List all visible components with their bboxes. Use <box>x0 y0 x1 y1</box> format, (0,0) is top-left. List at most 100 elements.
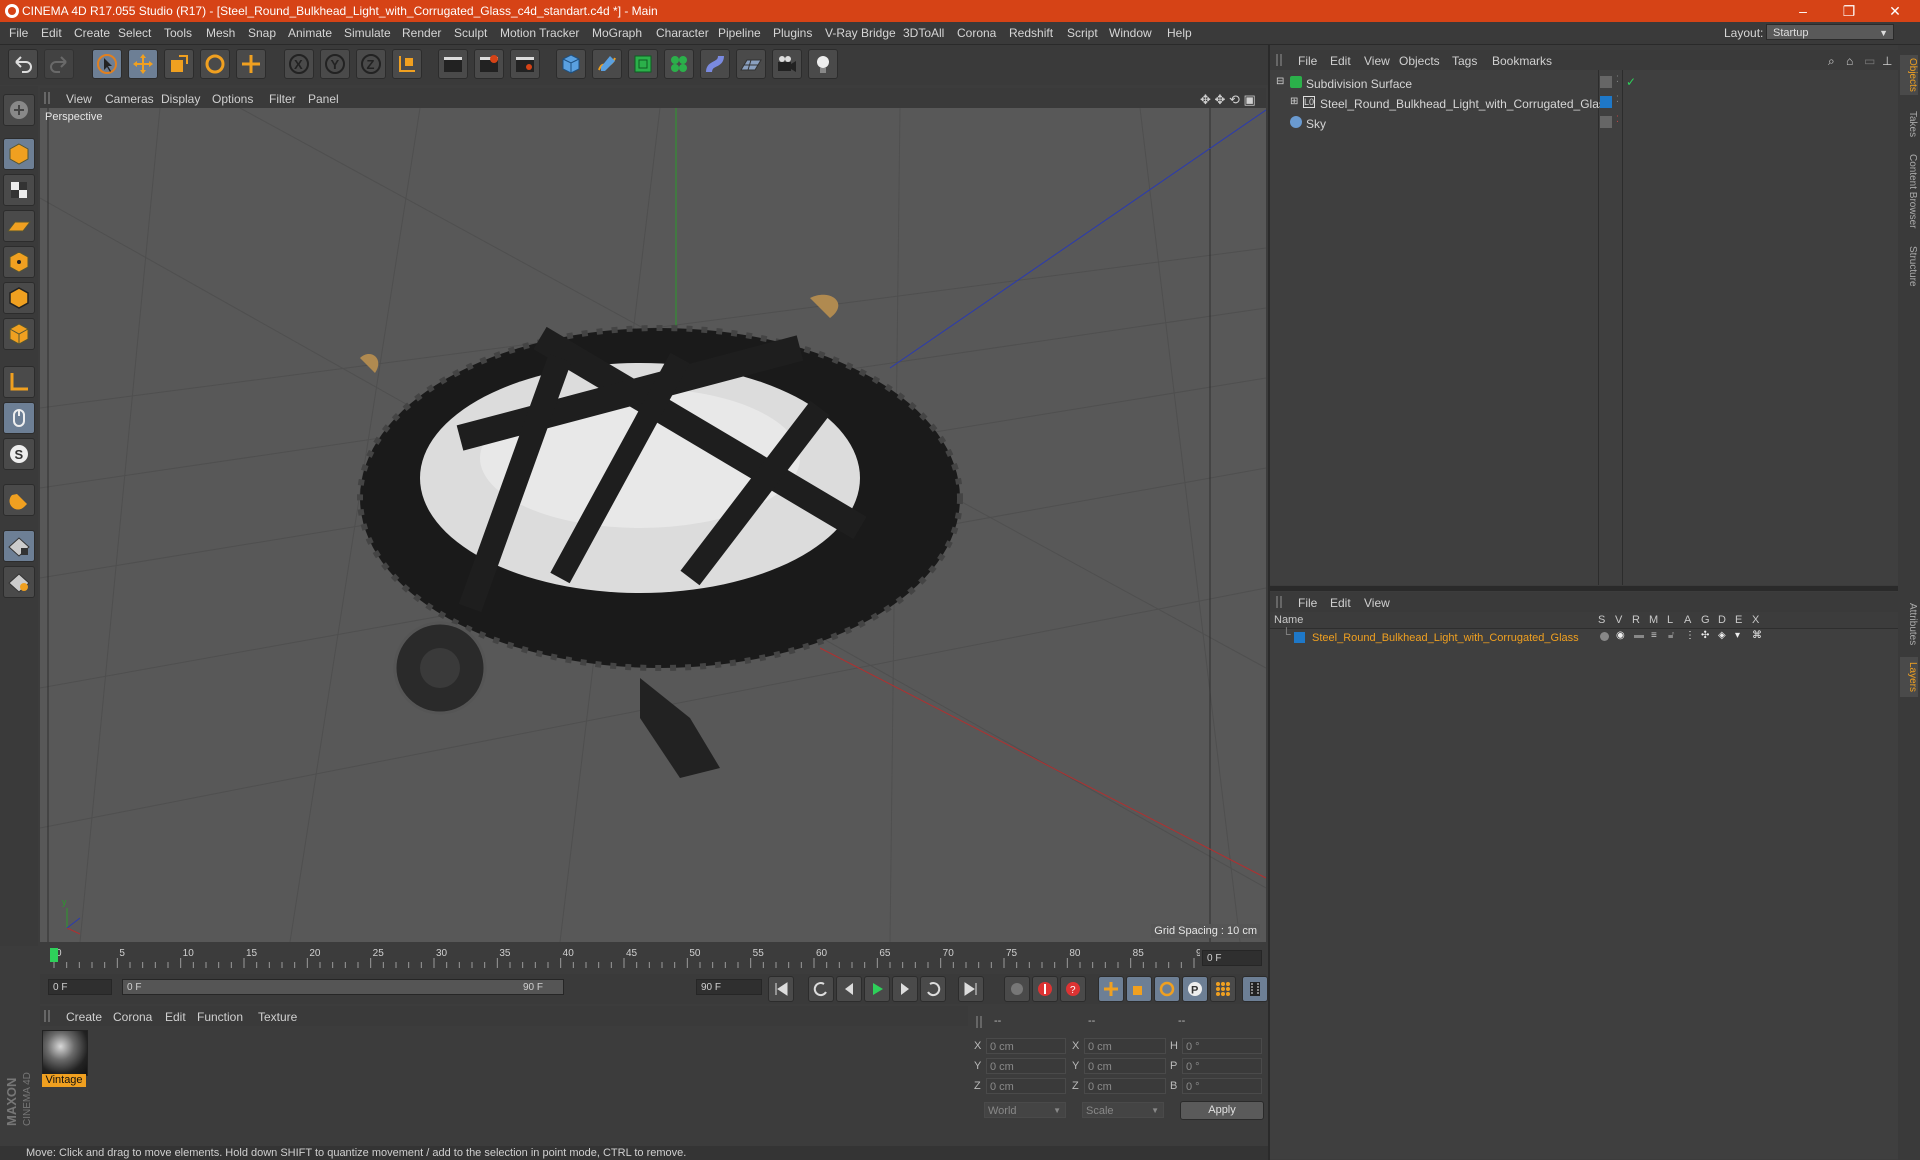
scale-tool-button[interactable] <box>164 49 194 79</box>
layer-name[interactable]: Steel_Round_Bulkhead_Light_with_Corrugat… <box>1312 632 1579 644</box>
playhead-marker[interactable] <box>50 948 58 962</box>
pin-icon[interactable]: ⊥ <box>1882 54 1892 68</box>
menu-select[interactable]: Select <box>118 26 151 40</box>
om-menu-bookmarks[interactable]: Bookmarks <box>1492 54 1552 68</box>
apply-button[interactable]: Apply <box>1180 1101 1264 1120</box>
position-x-field[interactable]: 0 cm <box>986 1038 1066 1054</box>
redo-button[interactable] <box>44 49 74 79</box>
3d-viewport[interactable]: y Perspective Grid Spacing : 10 cm <box>40 108 1266 942</box>
menu-simulate[interactable]: Simulate <box>344 26 391 40</box>
animation-toggle-icon[interactable]: ⋮ <box>1685 630 1695 641</box>
tab-content-browser[interactable]: Content Browser <box>1900 149 1918 233</box>
menu-edit[interactable]: Edit <box>41 26 62 40</box>
viewport-menu-filter[interactable]: Filter <box>269 92 296 106</box>
size-z-field[interactable]: 0 cm <box>1084 1078 1166 1094</box>
menu-character[interactable]: Character <box>656 26 709 40</box>
material-menu-texture[interactable]: Texture <box>258 1010 297 1024</box>
enabled-check-icon[interactable]: ✓ <box>1626 75 1636 89</box>
eye-icon[interactable]: ◉ <box>1616 630 1625 641</box>
key-scale-button[interactable] <box>1126 976 1152 1002</box>
light-button[interactable] <box>808 49 838 79</box>
bulkhead-light-model[interactable] <box>357 294 963 778</box>
om-menu-objects[interactable]: Objects <box>1399 54 1440 68</box>
collapse-icon[interactable]: ⊟ <box>1276 76 1284 87</box>
camera-button[interactable] <box>772 49 802 79</box>
next-frame-button[interactable] <box>892 976 918 1002</box>
spline-pen-button[interactable] <box>592 49 622 79</box>
menu-window[interactable]: Window <box>1109 26 1152 40</box>
menu-motion-tracker[interactable]: Motion Tracker <box>500 26 579 40</box>
tab-structure[interactable]: Structure <box>1900 241 1918 291</box>
previous-frame-button[interactable] <box>836 976 862 1002</box>
menu-help[interactable]: Help <box>1167 26 1192 40</box>
layer-color-swatch[interactable] <box>1294 632 1305 643</box>
timeline-ruler[interactable]: 051015202530354045505560657075808590 0 F <box>40 944 1266 972</box>
size-y-field[interactable]: 0 cm <box>1084 1058 1166 1074</box>
viewport-menu-view[interactable]: View <box>66 92 92 106</box>
new-window-icon[interactable]: ▭ <box>1864 54 1875 68</box>
current-frame-field[interactable]: 0 F <box>1202 950 1262 966</box>
render-toggle-icon[interactable]: ▬ <box>1634 630 1644 641</box>
subdivision-surface-button[interactable] <box>628 49 658 79</box>
expand-icon[interactable]: ⊞ <box>1290 96 1298 107</box>
deformer-toggle-icon[interactable]: ◈ <box>1718 630 1726 641</box>
material-menu-corona[interactable]: Corona <box>113 1010 152 1024</box>
tab-objects[interactable]: Objects <box>1900 55 1918 95</box>
menu-render[interactable]: Render <box>402 26 441 40</box>
menu-create[interactable]: Create <box>74 26 110 40</box>
close-button[interactable]: ✕ <box>1872 0 1918 22</box>
cloner-button[interactable] <box>664 49 694 79</box>
size-mode-dropdown[interactable]: Scale ▼ <box>1082 1102 1164 1118</box>
menu-plugins[interactable]: Plugins <box>773 26 812 40</box>
menu-redshift[interactable]: Redshift <box>1009 26 1053 40</box>
z-axis-lock-button[interactable]: Z <box>356 49 386 79</box>
panel-divider[interactable] <box>1270 586 1898 591</box>
grip-handle-icon[interactable] <box>976 1016 984 1028</box>
menu-tools[interactable]: Tools <box>164 26 192 40</box>
object-row-sky[interactable]: Sky ⁚ <box>1270 114 1898 134</box>
position-y-field[interactable]: 0 cm <box>986 1058 1066 1074</box>
object-row-bulkhead-light[interactable]: ⊞ L0 Steel_Round_Bulkhead_Light_with_Cor… <box>1270 94 1898 114</box>
grip-handle-icon[interactable] <box>44 1010 52 1022</box>
workplane-lock-button[interactable] <box>3 530 35 562</box>
visibility-dots-icon[interactable]: ⁚ <box>1616 74 1619 85</box>
viewport-menu-panel[interactable]: Panel <box>308 92 339 106</box>
solo-mode-button[interactable]: S <box>3 438 35 470</box>
key-rotation-button[interactable] <box>1154 976 1180 1002</box>
layer-swatch-icon[interactable] <box>1600 116 1612 128</box>
generator-toggle-icon[interactable]: ✣ <box>1701 630 1709 641</box>
menu-snap[interactable]: Snap <box>248 26 276 40</box>
go-to-end-button[interactable] <box>958 976 984 1002</box>
tweak-mode-button[interactable] <box>3 402 35 434</box>
floor-button[interactable] <box>736 49 766 79</box>
record-active-objects-button[interactable] <box>1032 976 1058 1002</box>
viewport-menu-cameras[interactable]: Cameras <box>105 92 154 106</box>
expression-toggle-icon[interactable]: ▾ <box>1735 630 1740 641</box>
grip-handle-icon[interactable] <box>44 92 52 104</box>
axis-mode-button[interactable] <box>3 366 35 398</box>
go-to-start-button[interactable] <box>768 976 794 1002</box>
visibility-dots-icon[interactable]: ⁚ <box>1616 94 1619 105</box>
lm-menu-file[interactable]: File <box>1298 596 1317 610</box>
frame-range-slider[interactable]: 0 F 90 F <box>122 979 564 995</box>
object-row-subdivision-surface[interactable]: ⊟ Subdivision Surface ⁚ ✓ <box>1270 74 1898 94</box>
autokeying-button[interactable]: ? <box>1060 976 1086 1002</box>
cube-object-button[interactable] <box>556 49 586 79</box>
deformer-button[interactable] <box>700 49 730 79</box>
make-editable-button[interactable] <box>3 94 35 126</box>
home-icon[interactable]: ⌂ <box>1846 54 1853 68</box>
grip-handle-icon[interactable] <box>1276 54 1284 66</box>
move-tool-button[interactable] <box>128 49 158 79</box>
position-z-field[interactable]: 0 cm <box>986 1078 1066 1094</box>
lm-menu-view[interactable]: View <box>1364 596 1390 610</box>
menu-vray-bridge[interactable]: V-Ray Bridge <box>825 26 896 40</box>
motion-record-button[interactable] <box>1004 976 1030 1002</box>
menu-corona[interactable]: Corona <box>957 26 996 40</box>
menu-mesh[interactable]: Mesh <box>206 26 235 40</box>
tab-layers[interactable]: Layers <box>1900 657 1918 697</box>
key-position-button[interactable] <box>1098 976 1124 1002</box>
material-menu-function[interactable]: Function <box>197 1010 243 1024</box>
transform-tool-button[interactable] <box>236 49 266 79</box>
edges-mode-button[interactable] <box>3 282 35 314</box>
lm-menu-edit[interactable]: Edit <box>1330 596 1351 610</box>
